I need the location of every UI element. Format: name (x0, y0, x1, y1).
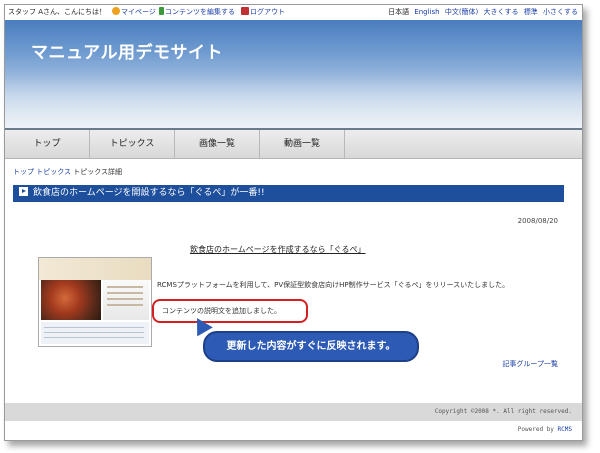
nav-item-topics[interactable]: トピックス (90, 130, 175, 158)
logout-icon (241, 7, 249, 15)
article-body-text: RCMSプラットフォームを利用して、PV保証型飲食店向けHP制作サービス「ぐるぺ… (157, 281, 510, 289)
article-heading: 飲食店のホームページを開設するなら「ぐるぺ」が一番!! (33, 188, 265, 198)
copyright-text: Copyright ©2008 *. All right reserved. (434, 408, 572, 415)
breadcrumb: トップ トピックス トピックス詳細 (13, 167, 122, 177)
logout-link[interactable]: ログアウト (241, 5, 285, 20)
article-description: コンテンツの説明文を追加しました。 (162, 307, 281, 315)
nav-item-top[interactable]: トップ (5, 130, 90, 158)
info-icon (112, 7, 120, 15)
font-large-link[interactable]: 大きくする (484, 8, 519, 16)
breadcrumb-topics[interactable]: トピックス (36, 168, 71, 176)
pencil-icon (159, 7, 164, 15)
powered-by: Powered by RCMS (517, 426, 572, 433)
browser-frame: スタッフ Aさん、こんにちは！ マイページ コンテンツを編集する ログアウト 日… (4, 4, 583, 441)
mypage-link[interactable]: マイページ (112, 5, 156, 20)
global-nav: トップ トピックス 画像一覧 動画一覧 (5, 128, 582, 159)
article-group-list-link[interactable]: 記事グループ一覧 (502, 359, 558, 369)
rcms-link[interactable]: RCMS (558, 426, 572, 433)
article-date: 2008/08/20 (517, 217, 558, 225)
article-subtitle: 飲食店のホームページを作成するなら「ぐるぺ」 (190, 245, 366, 254)
top-utility-bar: スタッフ Aさん、こんにちは！ マイページ コンテンツを編集する ログアウト 日… (5, 5, 582, 20)
article-heading-bar: 飲食店のホームページを開設するなら「ぐるぺ」が一番!! (13, 185, 564, 202)
arrow-icon (19, 187, 28, 196)
edit-contents-link[interactable]: コンテンツを編集する (159, 5, 235, 20)
nav-item-images[interactable]: 画像一覧 (175, 130, 260, 158)
language-and-fontsize-links: 日本語 English 中文(簡体) 大きくする 標準 小さくする (385, 5, 578, 20)
site-header: マニュアル用デモサイト (5, 20, 582, 128)
article-thumbnail-image[interactable] (38, 257, 152, 347)
site-footer: Copyright ©2008 *. All right reserved. (5, 403, 582, 421)
site-title[interactable]: マニュアル用デモサイト (31, 38, 223, 63)
greeting-text: スタッフ Aさん、こんにちは！ (8, 8, 107, 16)
annotation-callout: 更新した内容がすぐに反映されます。 (203, 331, 419, 362)
lang-zh-link[interactable]: 中文(簡体) (445, 8, 478, 16)
font-small-link[interactable]: 小さくする (543, 8, 578, 16)
breadcrumb-current: トピックス詳細 (73, 168, 123, 176)
font-standard-link[interactable]: 標準 (524, 8, 538, 16)
lang-en-link[interactable]: English (414, 8, 439, 16)
breadcrumb-top[interactable]: トップ (13, 168, 34, 176)
lang-ja-link[interactable]: 日本語 (388, 8, 409, 16)
highlighted-description: コンテンツの説明文を追加しました。 (152, 299, 308, 323)
nav-item-videos[interactable]: 動画一覧 (260, 130, 345, 158)
